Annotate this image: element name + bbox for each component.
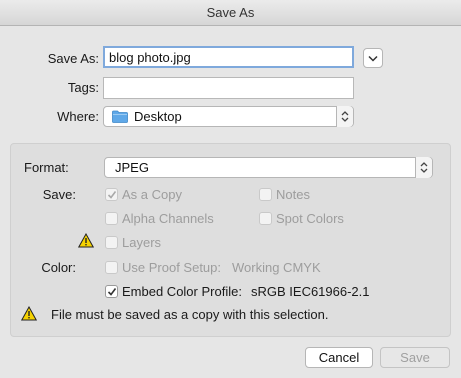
where-popup[interactable]: Desktop <box>103 106 354 127</box>
up-down-chevrons-icon <box>341 111 349 122</box>
as-copy-checkbox[interactable] <box>105 188 118 201</box>
color-label: Color: <box>41 260 76 275</box>
proof-setup-value: Working CMYK <box>232 260 321 275</box>
embed-color-profile-checkbox[interactable] <box>105 285 118 298</box>
as-copy-label: As a Copy <box>122 187 182 202</box>
where-stepper <box>336 106 353 127</box>
notes-label: Notes <box>276 187 310 202</box>
format-popup[interactable]: JPEG <box>104 157 433 178</box>
up-down-chevrons-icon <box>420 162 428 173</box>
alpha-channels-checkbox[interactable] <box>105 212 118 225</box>
warning-message: File must be saved as a copy with this s… <box>51 307 329 322</box>
checkmark-icon <box>107 288 117 296</box>
window-title: Save As <box>0 0 461 26</box>
where-label: Where: <box>57 109 99 124</box>
format-label: Format: <box>24 160 69 175</box>
cancel-button[interactable]: Cancel <box>305 347 373 368</box>
notes-checkbox[interactable] <box>259 188 272 201</box>
warning-icon <box>77 232 95 251</box>
save-as-label: Save As: <box>47 51 99 66</box>
tags-label: Tags: <box>67 80 99 95</box>
embed-color-profile-label: Embed Color Profile: <box>122 284 242 299</box>
use-proof-setup-label: Use Proof Setup: <box>122 260 221 275</box>
spot-colors-label: Spot Colors <box>276 211 344 226</box>
tags-input[interactable] <box>103 77 354 99</box>
format-stepper <box>415 157 432 178</box>
color-profile-value: sRGB IEC61966-2.1 <box>251 284 370 299</box>
save-button[interactable]: Save <box>380 347 450 368</box>
folder-icon <box>112 110 128 123</box>
use-proof-setup-checkbox[interactable] <box>105 261 118 274</box>
save-options-label: Save: <box>42 187 76 202</box>
alpha-channels-label: Alpha Channels <box>122 211 214 226</box>
filename-input[interactable] <box>103 46 354 68</box>
expand-dialog-button[interactable] <box>363 48 383 68</box>
checkmark-icon <box>107 191 117 199</box>
warning-icon <box>20 305 38 324</box>
layers-label: Layers <box>122 235 162 250</box>
where-value: Desktop <box>134 109 182 124</box>
format-value: JPEG <box>115 160 149 175</box>
spot-colors-checkbox[interactable] <box>259 212 272 225</box>
layers-checkbox[interactable] <box>105 236 118 249</box>
chevron-down-icon <box>368 55 378 62</box>
